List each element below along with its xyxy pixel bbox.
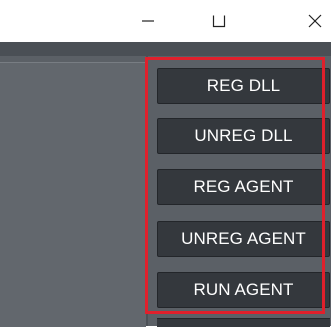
panel-divider (146, 56, 148, 326)
reg-agent-button[interactable]: REG AGENT (157, 169, 330, 205)
title-bar (0, 0, 331, 42)
close-button[interactable] (292, 0, 331, 42)
maximize-button[interactable] (196, 0, 242, 42)
unreg-agent-button[interactable]: UNREG AGENT (157, 221, 330, 257)
left-panel (0, 62, 146, 327)
run-agent-button[interactable]: RUN AGENT (157, 272, 330, 308)
top-strip (0, 42, 331, 56)
unreg-dll-button[interactable]: UNREG DLL (157, 118, 330, 154)
minimize-icon (142, 20, 154, 22)
close-icon (308, 14, 322, 28)
maximize-icon (212, 15, 226, 28)
reg-dll-button[interactable]: REG DLL (157, 68, 330, 104)
minimize-button[interactable] (125, 0, 171, 42)
